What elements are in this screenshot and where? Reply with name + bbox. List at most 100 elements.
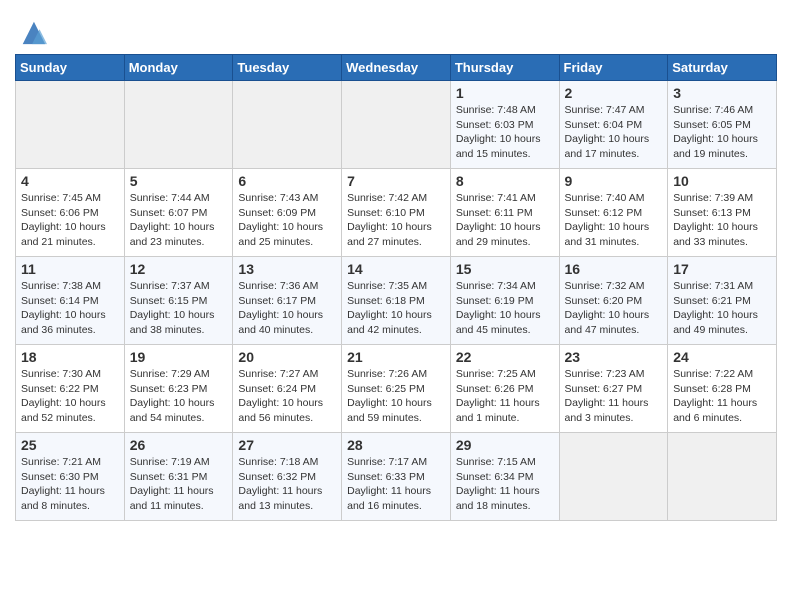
day-info: Sunrise: 7:15 AM Sunset: 6:34 PM Dayligh…	[456, 455, 554, 514]
day-number: 19	[130, 349, 228, 365]
day-number: 3	[673, 85, 771, 101]
day-number: 16	[565, 261, 663, 277]
day-number: 18	[21, 349, 119, 365]
calendar-week-row: 11 Sunrise: 7:38 AM Sunset: 6:14 PM Dayli…	[16, 257, 777, 345]
weekday-header-thursday: Thursday	[450, 55, 559, 81]
calendar-cell: 6 Sunrise: 7:43 AM Sunset: 6:09 PM Daylig…	[233, 169, 342, 257]
calendar-cell: 26 Sunrise: 7:19 AM Sunset: 6:31 PM Dayli…	[124, 433, 233, 521]
calendar-cell: 2 Sunrise: 7:47 AM Sunset: 6:04 PM Daylig…	[559, 81, 668, 169]
day-info: Sunrise: 7:36 AM Sunset: 6:17 PM Dayligh…	[238, 279, 336, 338]
calendar-cell: 5Sunrise: 7:44 AM Sunset: 6:07 PM Daylig…	[124, 169, 233, 257]
day-number: 1	[456, 85, 554, 101]
calendar-cell: 27 Sunrise: 7:18 AM Sunset: 6:32 PM Dayli…	[233, 433, 342, 521]
day-number: 13	[238, 261, 336, 277]
day-info: Sunrise: 7:18 AM Sunset: 6:32 PM Dayligh…	[238, 455, 336, 514]
weekday-header-sunday: Sunday	[16, 55, 125, 81]
calendar-week-row: 18 Sunrise: 7:30 AM Sunset: 6:22 PM Dayli…	[16, 345, 777, 433]
calendar-cell: 3 Sunrise: 7:46 AM Sunset: 6:05 PM Daylig…	[668, 81, 777, 169]
calendar-cell	[233, 81, 342, 169]
day-number: 11	[21, 261, 119, 277]
day-number: 26	[130, 437, 228, 453]
calendar-week-row: 25Sunrise: 7:21 AM Sunset: 6:30 PM Dayli…	[16, 433, 777, 521]
day-number: 14	[347, 261, 445, 277]
day-info: Sunrise: 7:19 AM Sunset: 6:31 PM Dayligh…	[130, 455, 228, 514]
day-number: 29	[456, 437, 554, 453]
calendar-cell: 20 Sunrise: 7:27 AM Sunset: 6:24 PM Dayli…	[233, 345, 342, 433]
weekday-header-friday: Friday	[559, 55, 668, 81]
day-info: Sunrise: 7:31 AM Sunset: 6:21 PM Dayligh…	[673, 279, 771, 338]
calendar-cell: 9Sunrise: 7:40 AM Sunset: 6:12 PM Daylig…	[559, 169, 668, 257]
day-number: 4	[21, 173, 119, 189]
day-info: Sunrise: 7:29 AM Sunset: 6:23 PM Dayligh…	[130, 367, 228, 426]
calendar-cell: 16 Sunrise: 7:32 AM Sunset: 6:20 PM Dayli…	[559, 257, 668, 345]
calendar-cell: 8 Sunrise: 7:41 AM Sunset: 6:11 PM Daylig…	[450, 169, 559, 257]
calendar-cell	[124, 81, 233, 169]
calendar-cell: 10Sunrise: 7:39 AM Sunset: 6:13 PM Dayli…	[668, 169, 777, 257]
calendar-week-row: 1 Sunrise: 7:48 AM Sunset: 6:03 PM Daylig…	[16, 81, 777, 169]
day-info: Sunrise: 7:22 AM Sunset: 6:28 PM Dayligh…	[673, 367, 771, 426]
day-info: Sunrise: 7:45 AM Sunset: 6:06 PM Dayligh…	[21, 191, 119, 250]
calendar-cell: 28 Sunrise: 7:17 AM Sunset: 6:33 PM Dayli…	[342, 433, 451, 521]
day-info: Sunrise: 7:23 AM Sunset: 6:27 PM Dayligh…	[565, 367, 663, 426]
calendar-cell	[668, 433, 777, 521]
day-info: Sunrise: 7:42 AM Sunset: 6:10 PM Dayligh…	[347, 191, 445, 250]
day-info: Sunrise: 7:34 AM Sunset: 6:19 PM Dayligh…	[456, 279, 554, 338]
day-info: Sunrise: 7:39 AM Sunset: 6:13 PM Dayligh…	[673, 191, 771, 250]
calendar-cell: 18 Sunrise: 7:30 AM Sunset: 6:22 PM Dayli…	[16, 345, 125, 433]
day-number: 23	[565, 349, 663, 365]
calendar-cell: 23 Sunrise: 7:23 AM Sunset: 6:27 PM Dayli…	[559, 345, 668, 433]
day-info: Sunrise: 7:27 AM Sunset: 6:24 PM Dayligh…	[238, 367, 336, 426]
calendar-cell: 12Sunrise: 7:37 AM Sunset: 6:15 PM Dayli…	[124, 257, 233, 345]
day-number: 20	[238, 349, 336, 365]
day-info: Sunrise: 7:25 AM Sunset: 6:26 PM Dayligh…	[456, 367, 554, 426]
calendar-table: SundayMondayTuesdayWednesdayThursdayFrid…	[15, 54, 777, 521]
calendar-cell: 15Sunrise: 7:34 AM Sunset: 6:19 PM Dayli…	[450, 257, 559, 345]
calendar-cell: 21 Sunrise: 7:26 AM Sunset: 6:25 PM Dayli…	[342, 345, 451, 433]
calendar-cell: 11 Sunrise: 7:38 AM Sunset: 6:14 PM Dayli…	[16, 257, 125, 345]
day-info: Sunrise: 7:26 AM Sunset: 6:25 PM Dayligh…	[347, 367, 445, 426]
day-info: Sunrise: 7:43 AM Sunset: 6:09 PM Dayligh…	[238, 191, 336, 250]
calendar-cell	[16, 81, 125, 169]
day-number: 5	[130, 173, 228, 189]
day-number: 17	[673, 261, 771, 277]
day-info: Sunrise: 7:17 AM Sunset: 6:33 PM Dayligh…	[347, 455, 445, 514]
day-info: Sunrise: 7:47 AM Sunset: 6:04 PM Dayligh…	[565, 103, 663, 162]
day-number: 28	[347, 437, 445, 453]
header	[15, 10, 777, 46]
weekday-header-row: SundayMondayTuesdayWednesdayThursdayFrid…	[16, 55, 777, 81]
calendar-cell	[342, 81, 451, 169]
calendar-cell: 1 Sunrise: 7:48 AM Sunset: 6:03 PM Daylig…	[450, 81, 559, 169]
day-info: Sunrise: 7:38 AM Sunset: 6:14 PM Dayligh…	[21, 279, 119, 338]
weekday-header-wednesday: Wednesday	[342, 55, 451, 81]
calendar-cell: 7 Sunrise: 7:42 AM Sunset: 6:10 PM Daylig…	[342, 169, 451, 257]
day-number: 21	[347, 349, 445, 365]
day-number: 8	[456, 173, 554, 189]
calendar-cell: 4 Sunrise: 7:45 AM Sunset: 6:06 PM Daylig…	[16, 169, 125, 257]
calendar-cell: 29 Sunrise: 7:15 AM Sunset: 6:34 PM Dayli…	[450, 433, 559, 521]
day-number: 24	[673, 349, 771, 365]
calendar-week-row: 4 Sunrise: 7:45 AM Sunset: 6:06 PM Daylig…	[16, 169, 777, 257]
weekday-header-tuesday: Tuesday	[233, 55, 342, 81]
day-info: Sunrise: 7:21 AM Sunset: 6:30 PM Dayligh…	[21, 455, 119, 514]
weekday-header-saturday: Saturday	[668, 55, 777, 81]
logo	[15, 18, 47, 46]
day-info: Sunrise: 7:46 AM Sunset: 6:05 PM Dayligh…	[673, 103, 771, 162]
calendar-page: SundayMondayTuesdayWednesdayThursdayFrid…	[0, 0, 792, 536]
day-number: 27	[238, 437, 336, 453]
day-info: Sunrise: 7:41 AM Sunset: 6:11 PM Dayligh…	[456, 191, 554, 250]
day-number: 7	[347, 173, 445, 189]
calendar-cell: 19 Sunrise: 7:29 AM Sunset: 6:23 PM Dayli…	[124, 345, 233, 433]
weekday-header-monday: Monday	[124, 55, 233, 81]
calendar-cell: 13 Sunrise: 7:36 AM Sunset: 6:17 PM Dayli…	[233, 257, 342, 345]
day-number: 2	[565, 85, 663, 101]
calendar-cell: 24 Sunrise: 7:22 AM Sunset: 6:28 PM Dayli…	[668, 345, 777, 433]
day-number: 12	[130, 261, 228, 277]
day-info: Sunrise: 7:30 AM Sunset: 6:22 PM Dayligh…	[21, 367, 119, 426]
day-info: Sunrise: 7:48 AM Sunset: 6:03 PM Dayligh…	[456, 103, 554, 162]
day-info: Sunrise: 7:32 AM Sunset: 6:20 PM Dayligh…	[565, 279, 663, 338]
calendar-cell: 14Sunrise: 7:35 AM Sunset: 6:18 PM Dayli…	[342, 257, 451, 345]
calendar-cell: 17 Sunrise: 7:31 AM Sunset: 6:21 PM Dayli…	[668, 257, 777, 345]
day-number: 22	[456, 349, 554, 365]
day-number: 6	[238, 173, 336, 189]
day-number: 9	[565, 173, 663, 189]
